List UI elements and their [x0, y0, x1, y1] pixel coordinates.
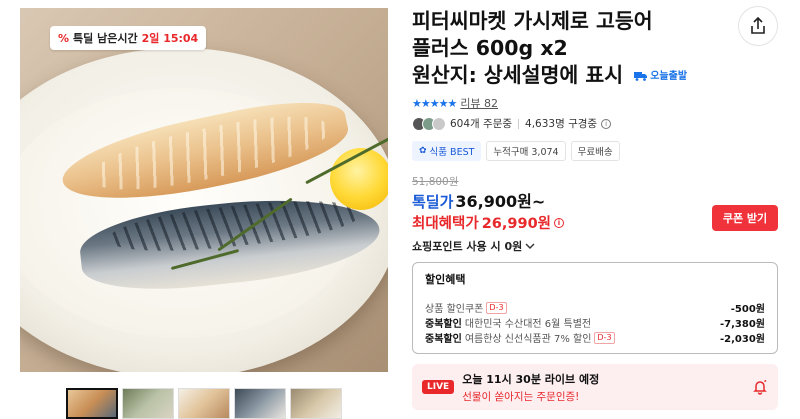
badge-icon: ✿: [419, 146, 427, 156]
percent-icon: %: [58, 31, 70, 45]
thumbnail-1[interactable]: [66, 388, 118, 419]
share-button[interactable]: [738, 6, 778, 46]
buyer-avatars: [412, 116, 446, 131]
tag-label: 누적구매 3,074: [493, 147, 559, 158]
tag-cumulative: 누적구매 3,074: [486, 141, 566, 161]
d-day-badge: D-3: [594, 331, 615, 344]
chevron-down-icon: [525, 243, 535, 249]
deal-timer-badge: % 특딜 남은시간 2일 15:04: [50, 26, 207, 50]
tag-food-best[interactable]: ✿ 식품 BEST: [412, 141, 482, 161]
discount-text: 여름한상 신선식품관 7% 할인: [464, 334, 592, 345]
timer-label: 특딜 남은시간: [73, 32, 138, 45]
title-line-2: 플러스 600g x2: [412, 36, 568, 60]
live-schedule: 오늘 11시 30분 라이브 예정: [462, 372, 600, 386]
points-label: 쇼핑포인트 사용 시 0원: [412, 240, 523, 253]
thumbnail-strip: [66, 388, 342, 419]
tag-label: 무료배송: [577, 147, 613, 158]
viewer-count: 4,633명 구경중: [525, 118, 598, 130]
coupon-button[interactable]: 쿠폰 받기: [712, 205, 778, 231]
review-link[interactable]: 리뷰 82: [460, 95, 498, 111]
thumbnail-5[interactable]: [290, 388, 342, 419]
max-benefit-row: 최대혜택가 26,990원 i: [412, 212, 564, 233]
discount-amount: -500원: [730, 304, 765, 315]
discount-row: 중복할인 대한민국 수산대전 6월 특별전 -7,380원: [425, 315, 765, 330]
bell-icon[interactable]: [752, 379, 768, 395]
share-icon: [751, 17, 765, 34]
discount-amount: -7,380원: [720, 319, 765, 330]
discount-bold-label: 중복할인: [425, 319, 462, 330]
tag-label: 식품 BEST: [429, 147, 475, 158]
info-icon[interactable]: i: [601, 118, 612, 129]
discount-box: 할인혜택 상품 할인쿠폰 D-3 -500원 중복할인 대한민국 수산대전 6월…: [412, 262, 778, 354]
buyers-row: 604개 주문중 4,633명 구경중 i: [412, 116, 612, 131]
thumbnail-4[interactable]: [234, 388, 286, 419]
thumbnail-2[interactable]: [122, 388, 174, 419]
info-icon[interactable]: i: [554, 217, 564, 228]
truck-icon: [634, 72, 648, 81]
rating-row: ★★★★★ 리뷰 82: [412, 95, 498, 111]
live-promo: 선물이 쏟아지는 주문인증!: [462, 390, 580, 403]
points-dropdown[interactable]: 쇼핑포인트 사용 시 0원: [412, 238, 535, 254]
max-benefit-price: 26,990원: [481, 216, 551, 232]
tags-row: ✿ 식품 BEST 누적구매 3,074 무료배송: [412, 141, 620, 161]
discount-text: 상품 할인쿠폰: [425, 304, 484, 315]
title-line-1: 피터씨마켓 가시제로 고등어: [412, 9, 653, 33]
d-day-badge: D-3: [486, 301, 507, 314]
rating-stars-icon: ★★★★★: [412, 96, 457, 110]
discount-bold-label: 중복할인: [425, 334, 462, 345]
avatar: [432, 116, 446, 131]
order-count: 604개 주문중: [450, 118, 513, 130]
delivery-tag-label: 오늘출발: [650, 70, 688, 82]
deal-price-label: 톡딜가: [412, 193, 454, 211]
discount-text: 대한민국 수산대전 6월 특별전: [464, 319, 592, 330]
title-line-3: 원산지: 상세설명에 표시: [412, 63, 624, 87]
delivery-tag: 오늘출발: [634, 63, 687, 90]
thumbnail-3[interactable]: [178, 388, 230, 419]
discount-row: 중복할인 여름한상 신선식품관 7% 할인 D-3 -2,030원: [425, 330, 765, 345]
discount-header: 할인혜택: [425, 273, 466, 286]
tag-free-shipping: 무료배송: [570, 141, 620, 161]
deal-price-value: 36,900원~: [455, 192, 546, 211]
product-page: % 특딜 남은시간 2일 15:04 피터씨마켓 가시제로 고등어 플러스 60…: [0, 0, 800, 419]
discount-row: 상품 할인쿠폰 D-3 -500원: [425, 300, 765, 315]
product-main-image[interactable]: % 특딜 남은시간 2일 15:04: [20, 8, 388, 372]
live-badge: LIVE: [422, 380, 455, 394]
max-benefit-label: 최대혜택가: [412, 216, 479, 232]
live-banner[interactable]: LIVE 오늘 11시 30분 라이브 예정 선물이 쏟아지는 주문인증!: [412, 364, 778, 410]
original-price: 51,800원: [412, 176, 459, 188]
timer-value: 2일 15:04: [141, 32, 199, 45]
product-title: 피터씨마켓 가시제로 고등어 플러스 600g x2 원산지: 상세설명에 표시…: [412, 8, 722, 90]
discount-amount: -2,030원: [720, 334, 765, 345]
deal-price-row: 톡딜가 36,900원~: [412, 188, 545, 212]
